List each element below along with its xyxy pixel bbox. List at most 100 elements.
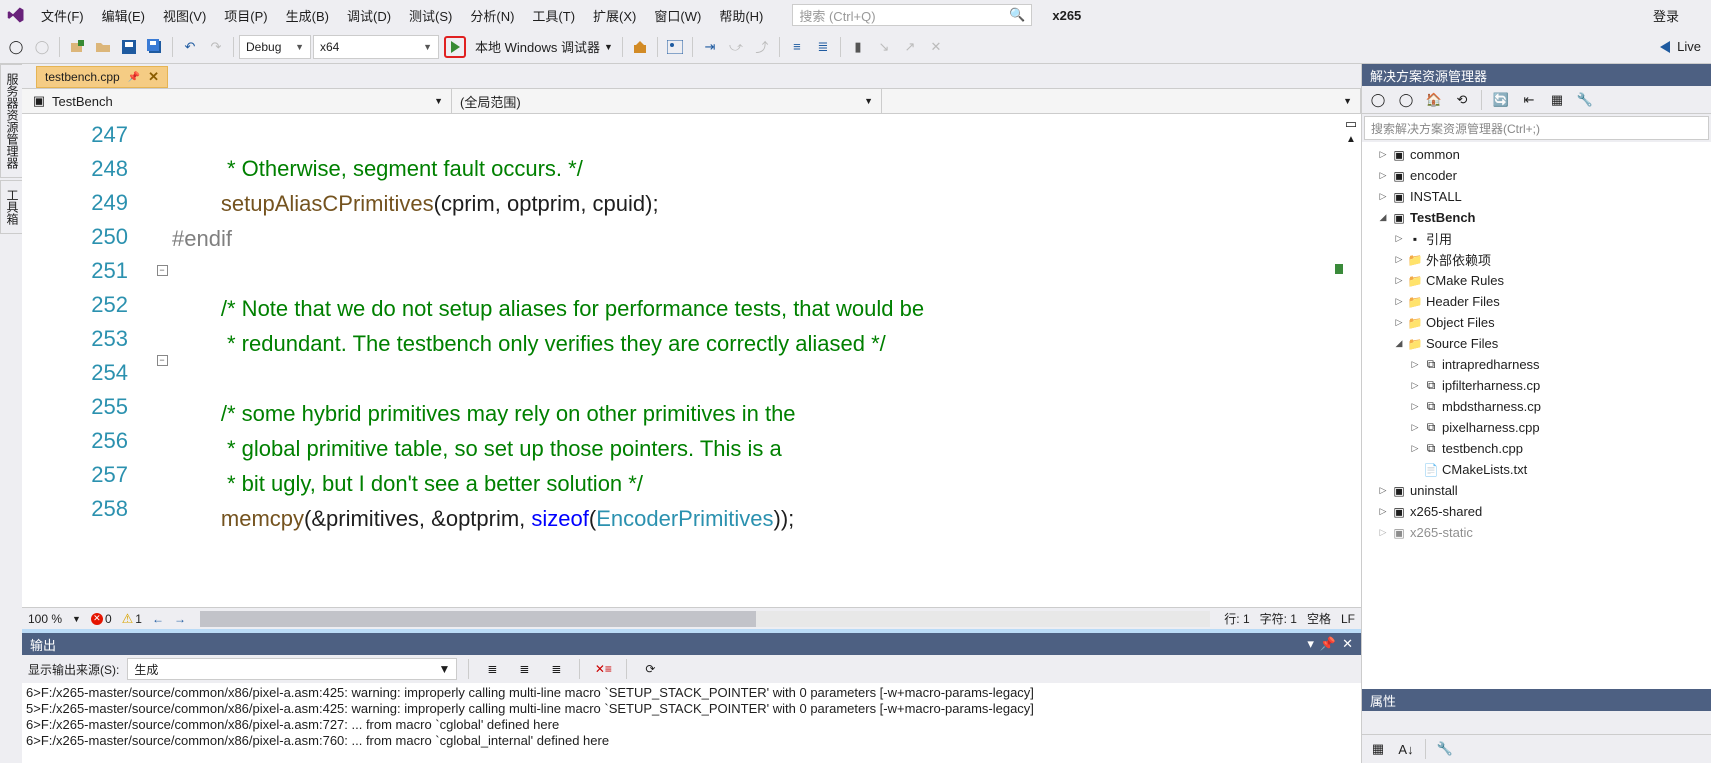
outdent-icon[interactable]: ≣ [811, 35, 835, 59]
nav-back-icon[interactable]: ◯ [4, 35, 28, 59]
tree-node-install[interactable]: ▣INSTALL [1362, 186, 1711, 207]
live-share-button[interactable]: Live [1657, 39, 1707, 55]
debugger-target[interactable]: 本地 Windows 调试器 ▼ [471, 35, 617, 59]
props-categorize-icon[interactable]: ▦ [1366, 737, 1390, 761]
solution-explorer-title[interactable]: 解决方案资源管理器 [1362, 64, 1711, 86]
error-count[interactable]: ✕0 [91, 612, 112, 626]
menu-debug[interactable]: 调试(D) [338, 0, 400, 30]
indent-mode[interactable]: 空格 [1307, 610, 1331, 627]
comment-icon[interactable]: ▮ [846, 35, 870, 59]
solution-search-input[interactable]: 搜索解决方案资源管理器(Ctrl+;) [1364, 116, 1709, 140]
scroll-up-icon[interactable]: ▲ [1346, 134, 1356, 145]
tree-node-cmake[interactable]: 📁CMake Rules [1362, 270, 1711, 291]
sln-collapse-icon[interactable]: ⇤ [1517, 88, 1541, 112]
pin-icon[interactable]: 📌 [128, 72, 140, 83]
sln-refresh-icon[interactable]: 🔄 [1489, 88, 1513, 112]
tree-file[interactable]: ⧉pixelharness.cpp [1362, 417, 1711, 438]
config-combo[interactable]: Debug▼ [239, 35, 311, 59]
open-icon[interactable] [91, 35, 115, 59]
props-alpha-icon[interactable]: A↓ [1394, 737, 1418, 761]
sln-home-icon[interactable]: 🏠 [1422, 88, 1446, 112]
nav-fwd-icon[interactable]: ◯ [30, 35, 54, 59]
tree-node-static[interactable]: ▣x265-static [1362, 522, 1711, 543]
bookmark-icon[interactable]: ↘ [872, 35, 896, 59]
menu-view[interactable]: 视图(V) [154, 0, 215, 30]
menu-window[interactable]: 窗口(W) [645, 0, 710, 30]
menu-extensions[interactable]: 扩展(X) [584, 0, 645, 30]
code-editor[interactable]: 247248249250251252253254255256257258 − −… [22, 114, 1361, 607]
build-icon[interactable] [628, 35, 652, 59]
tab-testbench[interactable]: testbench.cpp 📌 ✕ [36, 66, 168, 88]
goto-prev-icon[interactable]: ≣ [480, 657, 504, 681]
step-out-icon[interactable]: ⤴ [750, 35, 774, 59]
bookmark-next-icon[interactable]: ↗ [898, 35, 922, 59]
sln-fwd-icon[interactable]: ◯ [1394, 88, 1418, 112]
menu-edit[interactable]: 编辑(E) [93, 0, 154, 30]
menu-file[interactable]: 文件(F) [32, 0, 93, 30]
save-all-icon[interactable] [143, 35, 167, 59]
menu-build[interactable]: 生成(B) [277, 0, 338, 30]
save-icon[interactable] [117, 35, 141, 59]
clear-icon[interactable]: ≣ [544, 657, 568, 681]
split-icon[interactable]: ▭ [1345, 116, 1357, 132]
tree-file[interactable]: ⧉intrapredharness [1362, 354, 1711, 375]
login-link[interactable]: 登录 [1653, 6, 1711, 25]
tree-node-objects[interactable]: 📁Object Files [1362, 312, 1711, 333]
warning-count[interactable]: ⚠1 [122, 611, 142, 627]
nav-scope-project[interactable]: ▣ TestBench▼ [22, 89, 452, 113]
code-body[interactable]: * Otherwise, segment fault occurs. */ se… [172, 114, 1361, 607]
panel-dropdown-icon[interactable]: ▾ [1307, 636, 1314, 652]
step-over-icon[interactable]: ⤻ [724, 35, 748, 59]
nav-scope-member[interactable]: ▼ [882, 89, 1361, 113]
props-wrench-icon[interactable]: 🔧 [1433, 737, 1457, 761]
close-icon[interactable]: ✕ [148, 69, 159, 85]
properties-title[interactable]: 属性 [1362, 689, 1711, 711]
tree-node-shared[interactable]: ▣x265-shared [1362, 501, 1711, 522]
start-debug-button[interactable] [441, 35, 469, 59]
sln-back-icon[interactable]: ◯ [1366, 88, 1390, 112]
image-icon[interactable] [663, 35, 687, 59]
tree-node-testbench[interactable]: ▣TestBench [1362, 207, 1711, 228]
bookmark-clear-icon[interactable]: ✕ [924, 35, 948, 59]
indent-icon[interactable]: ≡ [785, 35, 809, 59]
menu-test[interactable]: 测试(S) [400, 0, 461, 30]
autoscroll-icon[interactable]: ⟳ [638, 657, 662, 681]
platform-combo[interactable]: x64▼ [313, 35, 439, 59]
sln-sync-icon[interactable]: ⟲ [1450, 88, 1474, 112]
step-into-icon[interactable]: ⇥ [698, 35, 722, 59]
fold-toggle[interactable]: − [157, 265, 168, 276]
output-source-combo[interactable]: 生成▼ [127, 658, 457, 680]
output-text[interactable]: 6>F:/x265-master/source/common/x86/pixel… [22, 683, 1361, 763]
tree-node-headers[interactable]: 📁Header Files [1362, 291, 1711, 312]
nav-next-icon[interactable]: → [174, 612, 186, 626]
menu-analyze[interactable]: 分析(N) [461, 0, 523, 30]
panel-close-icon[interactable]: ✕ [1342, 636, 1353, 652]
tree-file[interactable]: ⧉testbench.cpp [1362, 438, 1711, 459]
horizontal-scrollbar[interactable] [200, 611, 1210, 627]
fold-toggle[interactable]: − [157, 355, 168, 366]
quick-search-input[interactable]: 搜索 (Ctrl+Q) 🔍 [792, 4, 1032, 26]
nav-scope-global[interactable]: (全局范围)▼ [452, 89, 882, 113]
goto-next-icon[interactable]: ≣ [512, 657, 536, 681]
tree-node-external[interactable]: 📁外部依赖项 [1362, 249, 1711, 270]
menu-project[interactable]: 项目(P) [215, 0, 276, 30]
sln-showall-icon[interactable]: ▦ [1545, 88, 1569, 112]
tree-file-cmakelists[interactable]: 📄CMakeLists.txt [1362, 459, 1711, 480]
new-project-icon[interactable] [65, 35, 89, 59]
menu-help[interactable]: 帮助(H) [710, 0, 772, 30]
tree-node-encoder[interactable]: ▣encoder [1362, 165, 1711, 186]
tree-node-refs[interactable]: ▪引用 [1362, 228, 1711, 249]
tree-node-uninstall[interactable]: ▣uninstall [1362, 480, 1711, 501]
sln-properties-icon[interactable]: 🔧 [1573, 88, 1597, 112]
solution-tree[interactable]: ▣common ▣encoder ▣INSTALL ▣TestBench ▪引用… [1362, 142, 1711, 689]
tree-file[interactable]: ⧉mbdstharness.cp [1362, 396, 1711, 417]
tree-node-common[interactable]: ▣common [1362, 144, 1711, 165]
menu-tools[interactable]: 工具(T) [523, 0, 584, 30]
redo-icon[interactable]: ↷ [204, 35, 228, 59]
zoom-level[interactable]: 100 % [28, 612, 62, 626]
wrap-icon[interactable]: ✕≡ [591, 657, 615, 681]
undo-icon[interactable]: ↶ [178, 35, 202, 59]
tree-file[interactable]: ⧉ipfilterharness.cp [1362, 375, 1711, 396]
tree-node-sources[interactable]: 📁Source Files [1362, 333, 1711, 354]
panel-pin-icon[interactable]: 📌 [1320, 636, 1336, 652]
